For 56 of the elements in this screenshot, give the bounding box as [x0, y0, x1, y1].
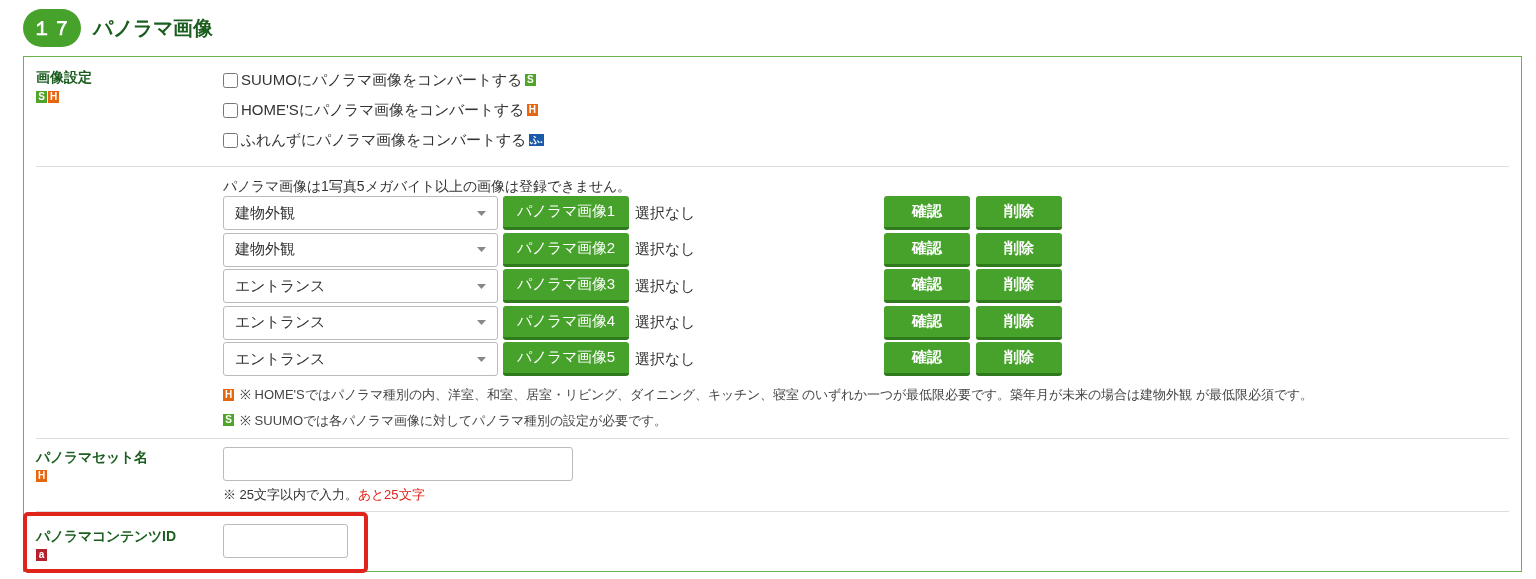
checkbox-label[interactable]: ふれんずにパノラマ画像をコンバートする	[241, 128, 526, 152]
checkbox[interactable]	[223, 132, 238, 148]
note-text: パノラマ画像は1写真5メガバイト以上の画像は登録できません。	[223, 177, 632, 196]
badge: S	[223, 414, 234, 427]
set-name-field[interactable]	[223, 447, 573, 481]
delete-button[interactable]: 削除	[976, 232, 1062, 267]
dropdown-caret-icon	[477, 247, 486, 252]
upload-button[interactable]: パノラマ画像4	[503, 305, 629, 340]
delete-button[interactable]: 削除	[976, 305, 1062, 340]
file-status: 選択なし	[635, 348, 696, 369]
delete-button[interactable]: 削除	[976, 269, 1062, 303]
section-title: パノラマ画像	[93, 16, 213, 41]
upload-button[interactable]: パノラマ画像1	[503, 196, 629, 230]
dropdown-caret-icon	[477, 283, 486, 289]
checkbox[interactable]	[223, 102, 238, 118]
badge: H	[48, 91, 59, 103]
hint-text: ※ 25文字以内で入力。あと25文字	[223, 486, 426, 504]
badge: H	[223, 388, 234, 401]
confirm-button[interactable]: 確認	[884, 196, 970, 230]
file-status: 選択なし	[635, 202, 696, 223]
dropdown-caret-icon	[477, 356, 486, 362]
delete-button[interactable]: 削除	[976, 196, 1062, 230]
file-status: 選択なし	[635, 239, 696, 260]
badge: H	[36, 470, 47, 482]
dropdown-caret-icon	[477, 320, 486, 325]
file-status: 選択なし	[635, 312, 696, 333]
confirm-button[interactable]: 確認	[884, 342, 970, 376]
badge: S	[36, 91, 47, 103]
field-label: パノラマコンテンツID	[36, 527, 177, 546]
type-select[interactable]: エントランス	[223, 342, 498, 376]
type-select[interactable]: エントランス	[223, 305, 498, 340]
field-label: パノラマセット名	[36, 448, 149, 467]
section-number: １７	[23, 9, 81, 47]
badge: S	[524, 74, 536, 86]
field-label: 画像設定	[36, 68, 93, 87]
type-select[interactable]: エントランス	[223, 269, 498, 303]
type-select[interactable]: 建物外観	[223, 232, 498, 267]
type-select[interactable]: 建物外観	[223, 196, 498, 230]
note-text: ※ SUUMOでは各パノラマ画像に対してパノラマ種別の設定が必要です。	[240, 411, 667, 430]
checkbox-label[interactable]: SUUMOにパノラマ画像をコンバートする	[241, 68, 522, 92]
checkbox[interactable]	[223, 72, 238, 88]
delete-button[interactable]: 削除	[976, 342, 1062, 376]
dropdown-caret-icon	[477, 210, 486, 216]
note-text: ※ HOME'Sではパノラマ種別の内、洋室、和室、居室・リビング、ダイニング、キッチン、寝室 のいずれか一つが最低限必要です。築年月が未来の場合は建物外観 が最低限必須です。	[240, 386, 1313, 404]
confirm-button[interactable]: 確認	[884, 232, 970, 267]
badge: ふ.	[529, 134, 544, 146]
checkbox-label[interactable]: HOME'Sにパノラマ画像をコンバートする	[241, 98, 524, 122]
file-status: 選択なし	[635, 275, 696, 296]
badge: H	[526, 104, 538, 116]
upload-button[interactable]: パノラマ画像2	[503, 232, 629, 267]
confirm-button[interactable]: 確認	[884, 269, 970, 303]
content-id-field[interactable]	[223, 524, 348, 558]
upload-button[interactable]: パノラマ画像5	[503, 342, 629, 376]
confirm-button[interactable]: 確認	[884, 305, 970, 340]
upload-button[interactable]: パノラマ画像3	[503, 269, 629, 303]
badge: a	[36, 549, 47, 561]
